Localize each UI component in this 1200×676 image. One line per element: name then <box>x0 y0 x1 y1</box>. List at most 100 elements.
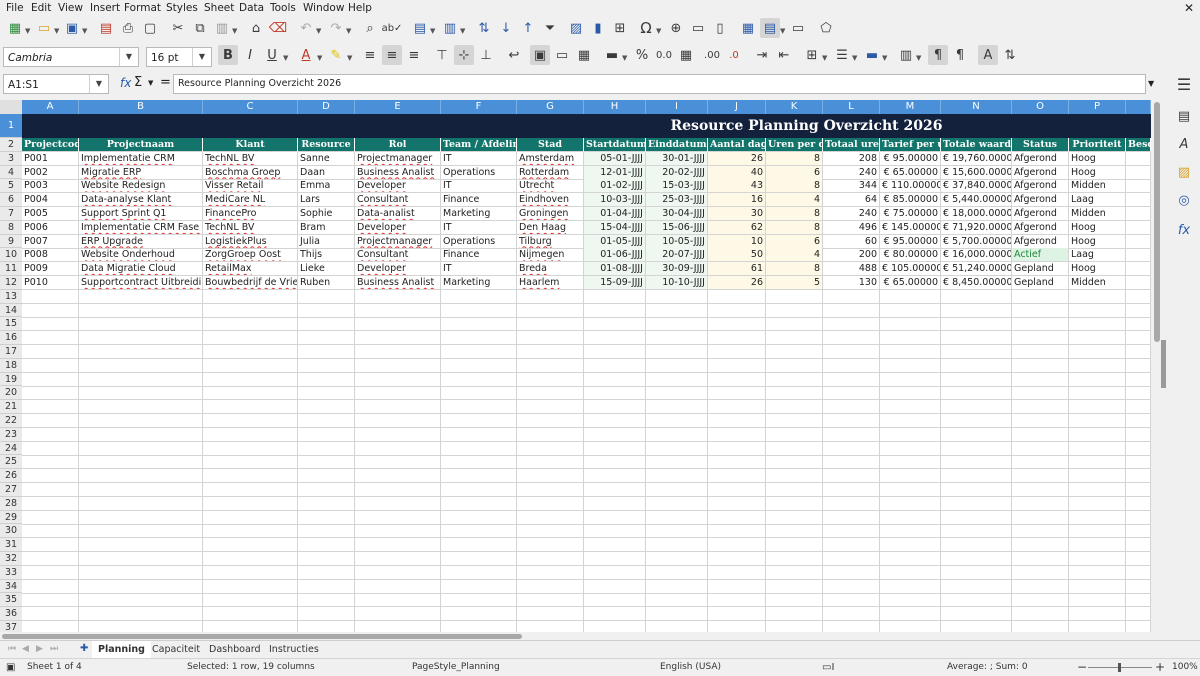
empty-cell[interactable] <box>584 579 646 594</box>
empty-cell[interactable] <box>517 441 584 456</box>
empty-cell[interactable] <box>584 414 646 428</box>
table-cell[interactable]: Website Onderhoud <box>79 248 203 263</box>
wrap-text-icon[interactable]: ↩ <box>504 45 524 65</box>
clear-formatting-icon[interactable]: ⌫ <box>268 18 288 38</box>
empty-cell[interactable] <box>22 317 79 332</box>
table-cell[interactable]: IT <box>441 179 517 194</box>
table-cell[interactable]: Midden <box>1069 179 1126 194</box>
empty-cell[interactable] <box>1126 524 1151 539</box>
empty-cell[interactable] <box>708 358 766 373</box>
menu-file[interactable]: File <box>6 2 24 14</box>
menu-tools[interactable]: Tools <box>270 2 296 14</box>
empty-cell[interactable] <box>22 621 79 632</box>
zoom-level[interactable]: 100% <box>1172 662 1198 672</box>
previous-sheet-icon[interactable]: ◀ <box>22 644 29 654</box>
table-cell[interactable]: 30 <box>708 207 766 221</box>
empty-cell[interactable] <box>441 345 517 359</box>
empty-cell[interactable] <box>823 414 880 428</box>
column-heading[interactable]: Totaal uren <box>823 138 880 152</box>
empty-cell[interactable] <box>1069 524 1126 539</box>
empty-cell[interactable] <box>22 414 79 428</box>
empty-cell[interactable] <box>517 414 584 428</box>
empty-cell[interactable] <box>203 441 298 456</box>
empty-cell[interactable] <box>823 289 880 304</box>
empty-cell[interactable] <box>708 317 766 332</box>
conditional-format-icon[interactable]: ▥ <box>896 45 916 65</box>
empty-cell[interactable] <box>941 469 1012 484</box>
empty-cell[interactable] <box>203 579 298 594</box>
empty-cell[interactable] <box>203 386 298 401</box>
table-cell[interactable]: ZorgGroep Oost <box>203 248 298 263</box>
empty-cell[interactable] <box>1126 317 1151 332</box>
empty-cell[interactable] <box>584 593 646 608</box>
table-cell[interactable]: € 71,920.00000 <box>941 220 1012 235</box>
empty-cell[interactable] <box>646 496 708 511</box>
empty-cell[interactable] <box>355 469 441 484</box>
empty-cell[interactable] <box>646 552 708 566</box>
table-cell[interactable]: 12-01-JJJJ <box>584 165 646 180</box>
menu-styles[interactable]: Styles <box>166 2 198 14</box>
table-cell[interactable]: 62 <box>708 220 766 235</box>
empty-cell[interactable] <box>355 579 441 594</box>
table-cell[interactable]: Data-analist <box>355 207 441 221</box>
empty-cell[interactable] <box>79 469 203 484</box>
empty-cell[interactable] <box>646 593 708 608</box>
empty-cell[interactable] <box>298 524 355 539</box>
table-cell[interactable]: 64 <box>823 193 880 208</box>
empty-cell[interactable] <box>79 593 203 608</box>
table-cell[interactable]: Thijs <box>298 248 355 263</box>
empty-cell[interactable] <box>203 303 298 318</box>
row-header[interactable]: 31 <box>0 538 22 552</box>
empty-cell[interactable] <box>880 565 941 580</box>
increase-indent-icon[interactable]: ⇥ <box>752 45 772 65</box>
date-format-icon[interactable]: ▦ <box>676 45 696 65</box>
empty-cell[interactable] <box>203 538 298 553</box>
empty-cell[interactable] <box>646 524 708 539</box>
empty-cell[interactable] <box>941 552 1012 566</box>
chevron-down-icon[interactable]: ▼ <box>192 48 211 66</box>
empty-cell[interactable] <box>880 538 941 553</box>
empty-cell[interactable] <box>1126 345 1151 359</box>
close-document-icon[interactable]: ✕ <box>1184 1 1194 15</box>
table-cell[interactable]: 30-01-JJJJ <box>646 151 708 166</box>
empty-cell[interactable] <box>517 483 584 497</box>
empty-cell[interactable] <box>203 593 298 608</box>
empty-cell[interactable] <box>517 510 584 525</box>
empty-cell[interactable] <box>766 510 823 525</box>
empty-cell[interactable] <box>584 427 646 442</box>
empty-cell[interactable] <box>298 358 355 373</box>
empty-cell[interactable] <box>22 593 79 608</box>
table-cell[interactable]: 01-05-JJJJ <box>584 234 646 249</box>
empty-cell[interactable] <box>441 524 517 539</box>
empty-cell[interactable] <box>298 483 355 497</box>
column-heading[interactable]: Beschikbaar <box>1126 138 1151 152</box>
empty-cell[interactable] <box>584 510 646 525</box>
align-left-icon[interactable]: ≡ <box>360 45 380 65</box>
empty-cell[interactable] <box>1069 386 1126 401</box>
empty-cell[interactable] <box>880 289 941 304</box>
table-cell[interactable]: Actief <box>1012 248 1069 263</box>
empty-cell[interactable] <box>584 524 646 539</box>
empty-cell[interactable] <box>766 317 823 332</box>
title-banner[interactable]: Resource Planning Overzicht 2026 <box>22 114 1151 138</box>
column-header-n[interactable]: N <box>941 100 1012 114</box>
empty-cell[interactable] <box>355 524 441 539</box>
table-cell[interactable] <box>1126 165 1151 180</box>
empty-cell[interactable] <box>298 593 355 608</box>
table-cell[interactable]: € 51,240.00000 <box>941 262 1012 277</box>
empty-cell[interactable] <box>441 289 517 304</box>
table-cell[interactable]: € 15,600.00000 <box>941 165 1012 180</box>
empty-cell[interactable] <box>823 469 880 484</box>
empty-cell[interactable] <box>1069 510 1126 525</box>
empty-cell[interactable] <box>941 303 1012 318</box>
table-cell[interactable]: P010 <box>22 276 79 290</box>
table-cell[interactable]: Migratie ERP <box>79 165 203 180</box>
empty-cell[interactable] <box>355 607 441 622</box>
empty-cell[interactable] <box>708 524 766 539</box>
empty-cell[interactable] <box>517 552 584 566</box>
row-header[interactable]: 16 <box>0 331 22 345</box>
tab-dashboard[interactable]: Dashboard <box>203 641 267 658</box>
empty-cell[interactable] <box>1012 510 1069 525</box>
empty-cell[interactable] <box>355 289 441 304</box>
empty-cell[interactable] <box>823 400 880 415</box>
